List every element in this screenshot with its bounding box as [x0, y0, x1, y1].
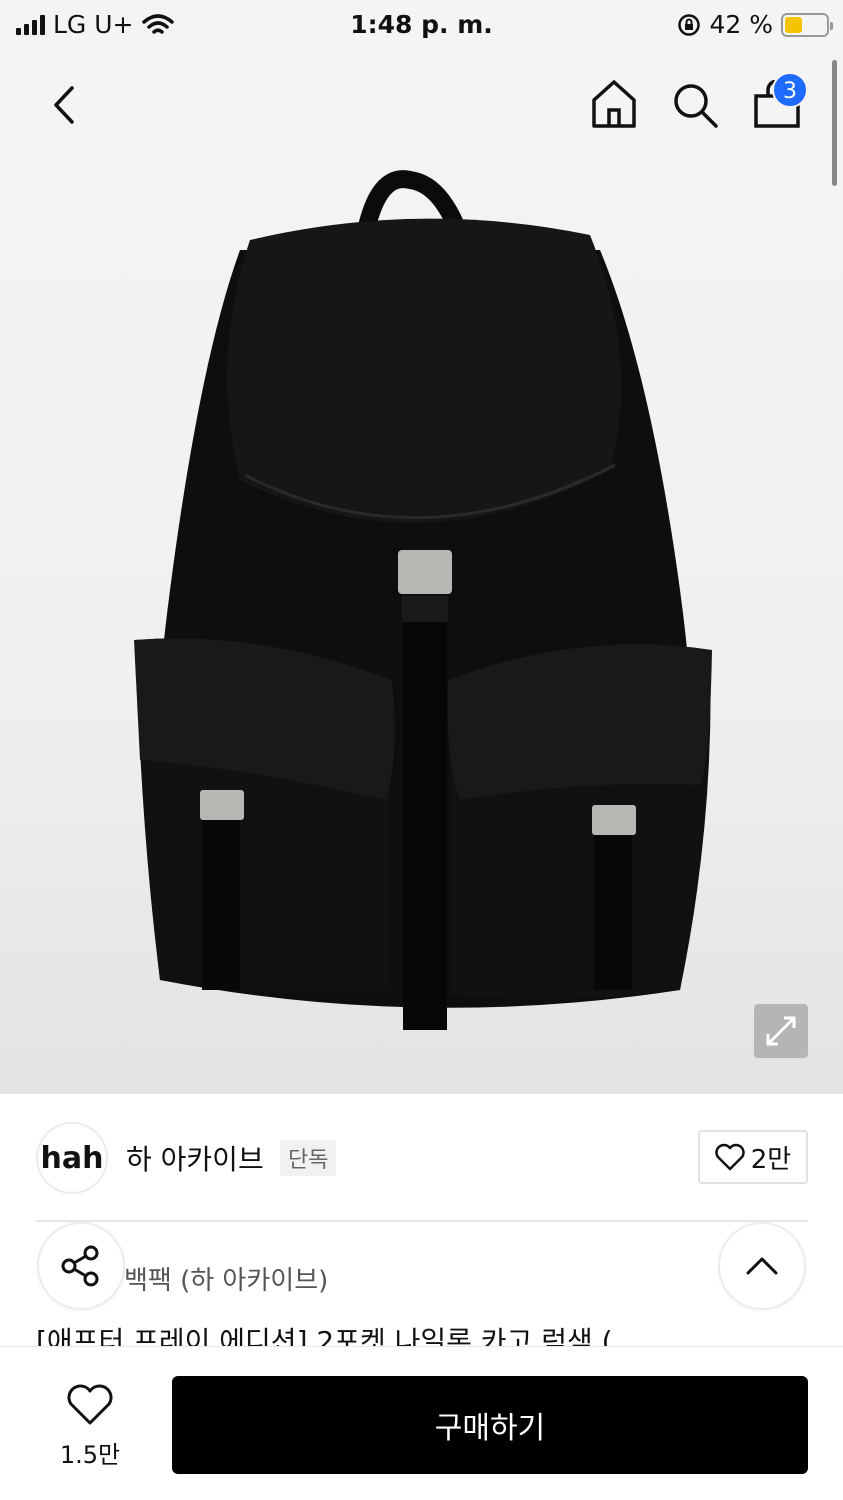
expand-icon[interactable] — [754, 1004, 808, 1058]
battery-percent: 42 % — [709, 10, 773, 39]
heart-icon — [67, 1384, 113, 1425]
wishlist-count: 1.5만 — [59, 1441, 121, 1469]
wishlist-button[interactable]: 1.5만 — [40, 1383, 140, 1470]
search-icon[interactable] — [670, 80, 720, 130]
status-bar: LG U+ 1:48 p. m. 42 % — [0, 0, 843, 50]
share-icon — [61, 1245, 99, 1287]
scroll-indicator[interactable] — [832, 60, 837, 186]
brand-like-button[interactable]: 2만 — [698, 1130, 808, 1184]
back-icon[interactable] — [44, 80, 84, 130]
divider — [36, 1220, 808, 1222]
rotation-lock-icon — [678, 13, 701, 36]
battery-fill — [785, 16, 802, 33]
cart-count-badge: 3 — [772, 72, 808, 108]
product-title: [애프터 프레이 에디션] 2포켓 나일론 카고 럭색 ( — [36, 1325, 613, 1346]
status-right: 42 % — [677, 10, 833, 39]
bottom-bar: 1.5만 구매하기 — [0, 1346, 843, 1500]
heart-icon — [715, 1143, 745, 1171]
brand-row: hah 하 아카이브 단독 2만 — [0, 1094, 843, 1222]
backpack-product-image — [134, 170, 712, 1030]
exclusive-badge: 단독 — [280, 1140, 337, 1176]
product-category[interactable]: 백팩 (하 아카이브) — [124, 1260, 328, 1297]
chevron-up-icon — [746, 1257, 778, 1275]
buy-button[interactable]: 구매하기 — [172, 1376, 808, 1474]
brand-name[interactable]: 하 아카이브 — [126, 1138, 264, 1178]
home-icon[interactable] — [590, 78, 638, 130]
share-button[interactable] — [37, 1222, 125, 1310]
scroll-top-button[interactable] — [718, 1222, 806, 1310]
brand-logo[interactable]: hah — [36, 1122, 108, 1194]
battery-icon — [781, 12, 833, 37]
brand-like-count: 2만 — [750, 1144, 792, 1175]
